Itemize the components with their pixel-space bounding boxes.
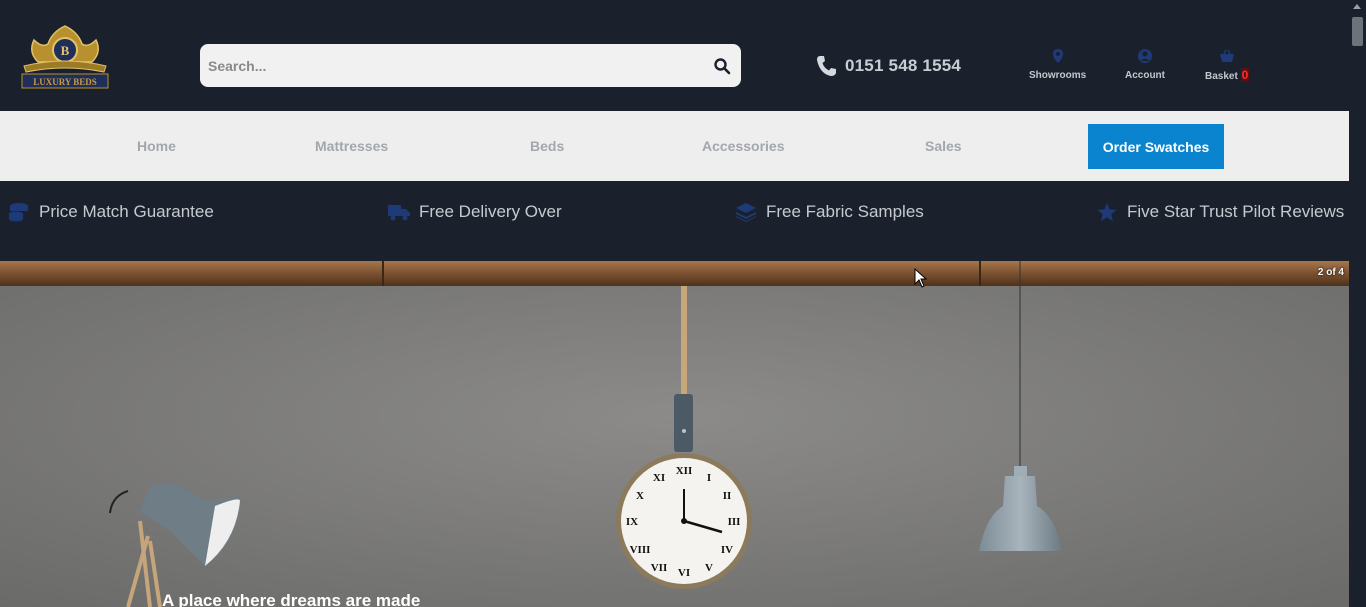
usp-label: Free Fabric Samples [766,202,924,221]
usp-price-match: Price Match Guarantee [8,202,214,222]
crown-logo-icon: B LUXURY BEDS [21,25,109,89]
search-icon[interactable] [713,57,731,75]
usp-label: Free Delivery Over [419,202,562,221]
order-swatches-button[interactable]: Order Swatches [1088,124,1224,169]
user-icon [1138,49,1152,63]
svg-text:X: X [636,490,644,502]
svg-text:IV: IV [721,544,733,556]
star-icon [1097,203,1117,221]
hero-image: XII III VI IX I II IV V VII VIII X XI [0,261,1349,607]
showrooms-label: Showrooms [1029,70,1087,81]
account-link[interactable]: Account [1125,48,1165,81]
nav-item-accessories[interactable]: Accessories [702,138,785,154]
svg-text:IX: IX [626,516,638,528]
hero-slider[interactable]: XII III VI IX I II IV V VII VIII X XI 2 … [0,261,1349,607]
svg-text:VI: VI [678,567,690,579]
page-scrollbar[interactable] [1349,0,1366,607]
search-box [200,44,741,87]
svg-text:II: II [723,490,732,502]
coins-icon [9,203,28,222]
basket-count-badge: 0 [1240,68,1250,82]
svg-text:LUXURY BEDS: LUXURY BEDS [33,77,97,87]
svg-text:VIII: VIII [630,544,651,556]
map-pin-icon [1052,49,1063,63]
site-header: B LUXURY BEDS 0151 548 1554 [0,0,1349,111]
nav-item-sales[interactable]: Sales [925,138,962,154]
scroll-up-arrow-icon[interactable] [1353,4,1361,9]
nav-item-mattresses[interactable]: Mattresses [315,138,388,154]
search-input[interactable] [200,44,700,87]
nav-item-beds[interactable]: Beds [530,138,564,154]
page: B LUXURY BEDS 0151 548 1554 [0,0,1366,607]
usp-fabric-samples: Free Fabric Samples [735,202,924,222]
basket-link[interactable]: Basket 0 [1205,48,1250,82]
account-label: Account [1125,70,1165,81]
svg-text:III: III [728,516,741,528]
basket-label-row: Basket 0 [1205,68,1250,82]
svg-text:B: B [61,43,70,58]
phone-text: 0151 548 1554 [845,56,962,75]
svg-text:V: V [705,562,713,574]
truck-icon [388,205,410,221]
layers-icon [736,203,756,222]
basket-label: Basket [1205,71,1238,82]
showrooms-link[interactable]: Showrooms [1029,48,1086,81]
phone-number[interactable]: 0151 548 1554 [816,54,961,78]
scroll-thumb[interactable] [1352,17,1363,46]
basket-icon [1220,49,1235,62]
mouse-cursor-icon [914,268,928,288]
svg-text:I: I [707,472,711,484]
slide-counter: 2 of 4 [1317,267,1344,278]
usp-free-delivery: Free Delivery Over [388,202,562,222]
svg-text:XI: XI [653,472,665,484]
nav-item-home[interactable]: Home [137,138,176,154]
hero-caption: A place where dreams are made [162,591,421,607]
svg-text:VII: VII [651,562,668,574]
usp-trustpilot: Five Star Trust Pilot Reviews [1096,202,1344,222]
site-logo[interactable]: B LUXURY BEDS [18,22,112,94]
usp-label: Price Match Guarantee [39,202,214,221]
phone-icon [817,56,836,76]
svg-text:XII: XII [676,465,693,477]
usp-label: Five Star Trust Pilot Reviews [1127,202,1345,221]
usp-bar: Price Match Guarantee Free Delivery Over… [0,181,1349,261]
